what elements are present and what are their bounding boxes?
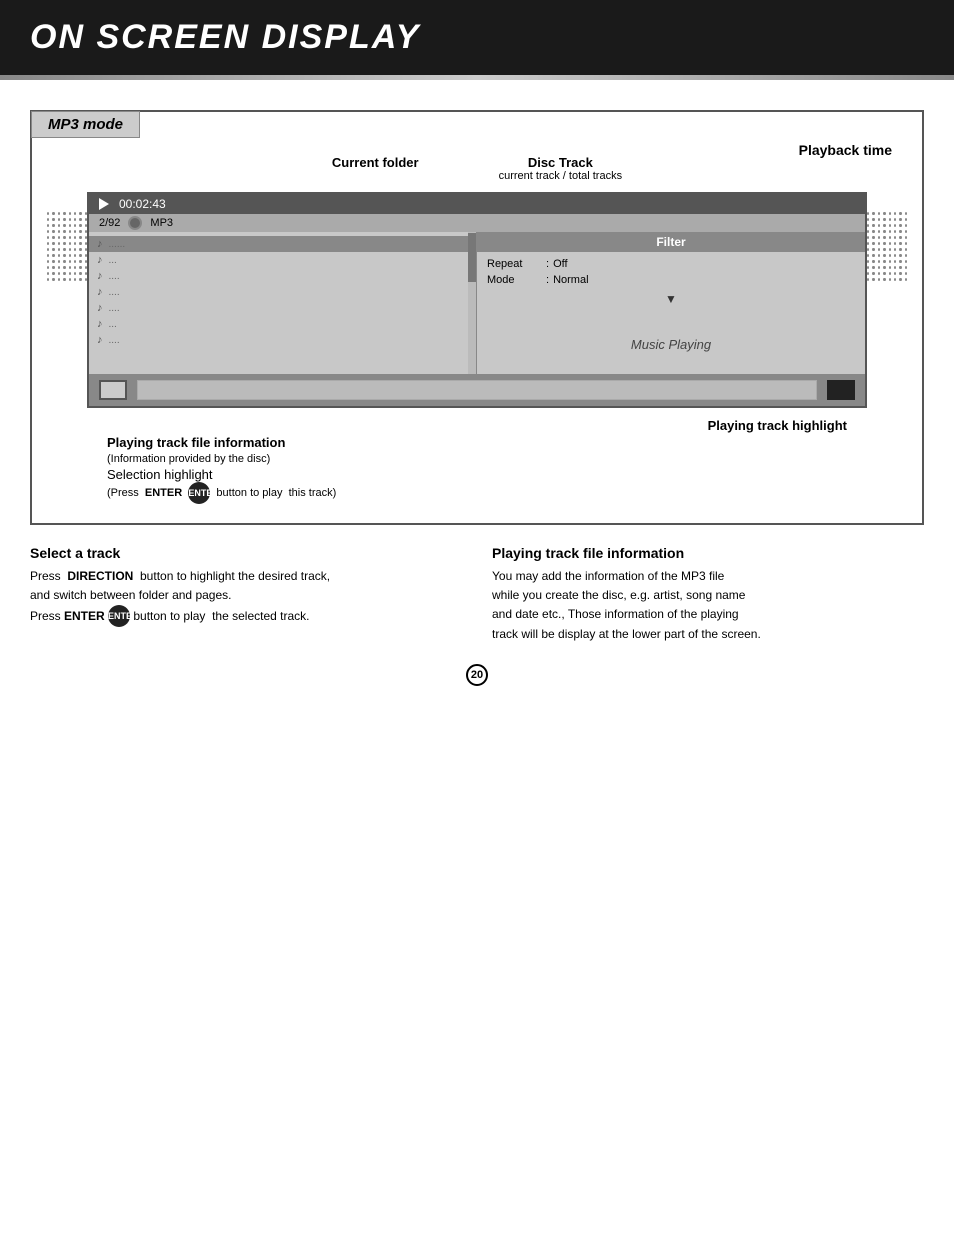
content-area: MP3 mode Playback time Current folder Di… xyxy=(0,100,954,706)
right-panel: Filter Repeat : Off Mode : Normal xyxy=(477,232,865,374)
page-header: ON SCREEN DISPLAY xyxy=(0,0,954,75)
playing-track-info-label: Playing track file information xyxy=(107,435,285,450)
music-note-icon: ♪ xyxy=(97,238,103,250)
select-track-section: Select a track Press DIRECTION button to… xyxy=(30,545,462,644)
file-item: ♪ .... xyxy=(89,268,476,284)
repeat-colon: : xyxy=(546,258,549,270)
playing-track-info-sub: (Information provided by the disc) xyxy=(107,453,270,465)
screen-bottom-bar xyxy=(89,374,865,406)
enter-badge-small: ENTER xyxy=(188,482,210,504)
select-track-heading: Select a track xyxy=(30,545,462,561)
file-item: ♪ ... xyxy=(89,252,476,268)
repeat-row: Repeat : Off xyxy=(487,258,855,270)
disc-track-label: Disc Track current track / total tracks xyxy=(499,155,622,182)
file-item: ♪ ... xyxy=(89,316,476,332)
enter-badge: ENTER xyxy=(108,605,130,627)
play-icon xyxy=(99,198,109,210)
annotations-area: Playing track highlight Playing track fi… xyxy=(47,408,907,504)
screen-outer: 00:02:43 2/92 MP3 ♪ ...... xyxy=(47,192,907,408)
playing-track-info-heading: Playing track file information xyxy=(492,545,924,561)
playback-time-label: Playback time xyxy=(799,142,892,158)
file-item: ♪ .... xyxy=(89,332,476,348)
track-fraction: 2/92 xyxy=(99,217,120,229)
header-underline xyxy=(0,75,954,80)
repeat-label: Repeat xyxy=(487,258,542,270)
music-note-icon: ♪ xyxy=(97,286,103,298)
select-track-text2: and switch between folder and pages. xyxy=(30,588,231,602)
down-arrow-icon: ▼ xyxy=(487,290,855,308)
right-dot-column xyxy=(867,192,907,408)
bottom-bar-input xyxy=(137,380,817,400)
music-playing-area: Music Playing xyxy=(477,314,865,374)
current-folder-label: Current folder xyxy=(332,155,419,182)
mp3-mode-label: MP3 mode xyxy=(31,111,140,138)
page-title: ON SCREEN DISPLAY xyxy=(30,18,924,57)
file-item-text: .... xyxy=(109,287,120,298)
two-col-section: Select a track Press DIRECTION button to… xyxy=(30,545,924,644)
scrollbar[interactable] xyxy=(468,232,476,374)
file-item-text: ... xyxy=(109,255,117,266)
playing-track-info-text: You may add the information of the MP3 f… xyxy=(492,567,924,644)
filter-options: Repeat : Off Mode : Normal ▼ xyxy=(477,252,865,314)
selection-highlight-sub: (Press ENTER ENTER button to play this t… xyxy=(107,487,336,499)
repeat-value: Off xyxy=(553,258,567,270)
screen-topbar: 00:02:43 xyxy=(89,194,865,214)
music-note-icon: ♪ xyxy=(97,334,103,346)
bottom-button-1[interactable] xyxy=(99,380,127,400)
track-info-bar: 2/92 MP3 xyxy=(89,214,865,232)
file-item-text: ...... xyxy=(109,239,126,250)
file-item: ♪ .... xyxy=(89,284,476,300)
file-item-text: ... xyxy=(109,319,117,330)
mode-label: Mode xyxy=(487,274,542,286)
file-item: ♪ .... xyxy=(89,300,476,316)
select-track-text3: Press ENTER ENTER button to play the sel… xyxy=(30,609,309,623)
filter-bar: Filter xyxy=(477,232,865,252)
file-list-panel: ♪ ...... ♪ ... ♪ .... ♪ xyxy=(89,232,477,374)
screen-content: ♪ ...... ♪ ... ♪ .... ♪ xyxy=(89,232,865,374)
scrollbar-thumb xyxy=(468,233,476,283)
mode-value: Normal xyxy=(553,274,588,286)
track-label: MP3 xyxy=(150,217,173,229)
select-track-text: Press DIRECTION button to highlight the … xyxy=(30,567,462,627)
page-number-area: 20 xyxy=(30,664,924,686)
selection-highlight-label: Selection highlight xyxy=(107,467,213,482)
playing-track-info-section: Playing track file information You may a… xyxy=(492,545,924,644)
music-playing-text: Music Playing xyxy=(631,337,711,352)
music-note-icon: ♪ xyxy=(97,270,103,282)
file-item: ♪ ...... xyxy=(89,236,476,252)
music-note-icon: ♪ xyxy=(97,318,103,330)
bottom-button-dark[interactable] xyxy=(827,380,855,400)
file-item-text: .... xyxy=(109,335,120,346)
music-note-icon: ♪ xyxy=(97,302,103,314)
mode-row: Mode : Normal xyxy=(487,274,855,286)
left-dot-column xyxy=(47,192,87,408)
page-number: 20 xyxy=(466,664,488,686)
music-note-icon: ♪ xyxy=(97,254,103,266)
playing-track-highlight-label: Playing track highlight xyxy=(708,418,847,433)
file-item-text: .... xyxy=(109,303,120,314)
time-display: 00:02:43 xyxy=(119,197,166,211)
disc-icon xyxy=(128,216,142,230)
mode-colon: : xyxy=(546,274,549,286)
select-track-text1: Press DIRECTION button to highlight the … xyxy=(30,569,330,583)
file-item-text: .... xyxy=(109,271,120,282)
main-screen: 00:02:43 2/92 MP3 ♪ ...... xyxy=(87,192,867,408)
diagram-box: MP3 mode Playback time Current folder Di… xyxy=(30,110,924,525)
